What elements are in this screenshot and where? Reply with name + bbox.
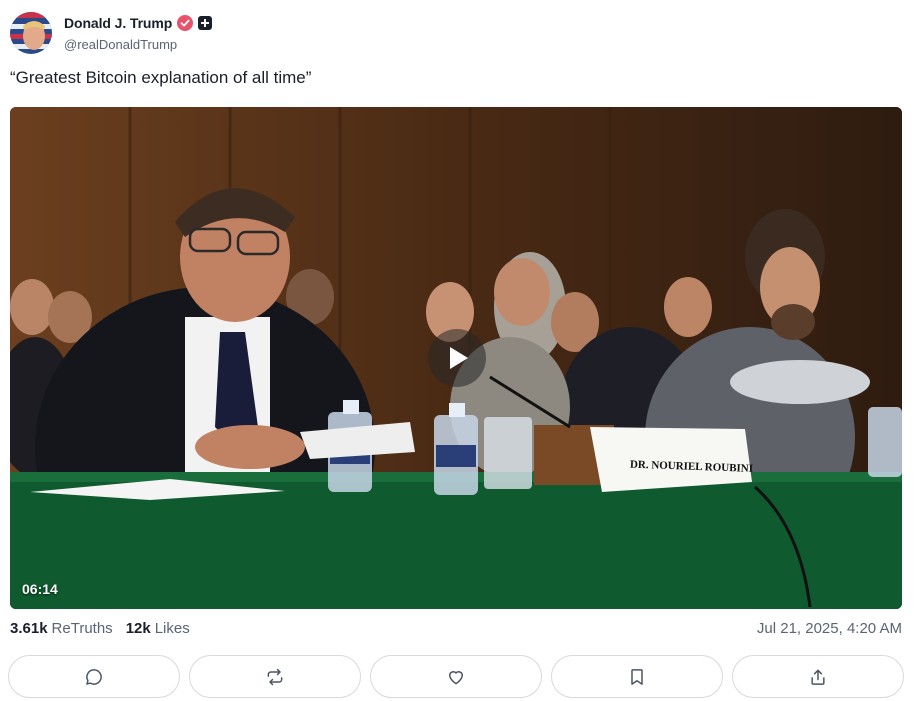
likes-count[interactable]: 12k	[126, 620, 151, 637]
share-button[interactable]	[732, 655, 904, 698]
heart-icon	[449, 670, 463, 684]
post-timestamp[interactable]: Jul 21, 2025, 4:20 AM	[757, 620, 902, 637]
post-stats: 3.61k ReTruths 12k Likes	[10, 620, 190, 637]
bookmark-icon	[631, 668, 643, 685]
author-handle[interactable]: @realDonaldTrump	[64, 37, 212, 52]
avatar-image	[10, 12, 52, 54]
share-icon	[811, 669, 825, 685]
likes-label[interactable]: Likes	[155, 620, 190, 637]
bookmark-button[interactable]	[551, 655, 723, 698]
author-avatar[interactable]	[10, 12, 52, 54]
post-text: “Greatest Bitcoin explanation of all tim…	[10, 68, 312, 87]
author-display-name[interactable]: Donald J. Trump	[64, 15, 172, 31]
author-info: Donald J. Trump @realDonaldTrump	[64, 14, 213, 52]
video-player[interactable]: DR. NOURIEL ROUBINI 06:14	[10, 107, 902, 609]
like-button[interactable]	[370, 655, 542, 698]
play-button[interactable]	[428, 329, 486, 387]
action-bar	[8, 655, 904, 698]
repost-icon	[267, 668, 283, 685]
play-icon	[450, 347, 468, 369]
comment-icon	[86, 668, 102, 685]
video-duration: 06:14	[22, 581, 58, 597]
verified-badge-icon	[177, 15, 194, 31]
reply-button[interactable]	[8, 655, 180, 698]
retruths-count[interactable]: 3.61k	[10, 620, 48, 637]
retruths-label[interactable]: ReTruths	[52, 620, 113, 637]
retruth-button[interactable]	[189, 655, 361, 698]
plus-badge-icon	[198, 16, 213, 30]
